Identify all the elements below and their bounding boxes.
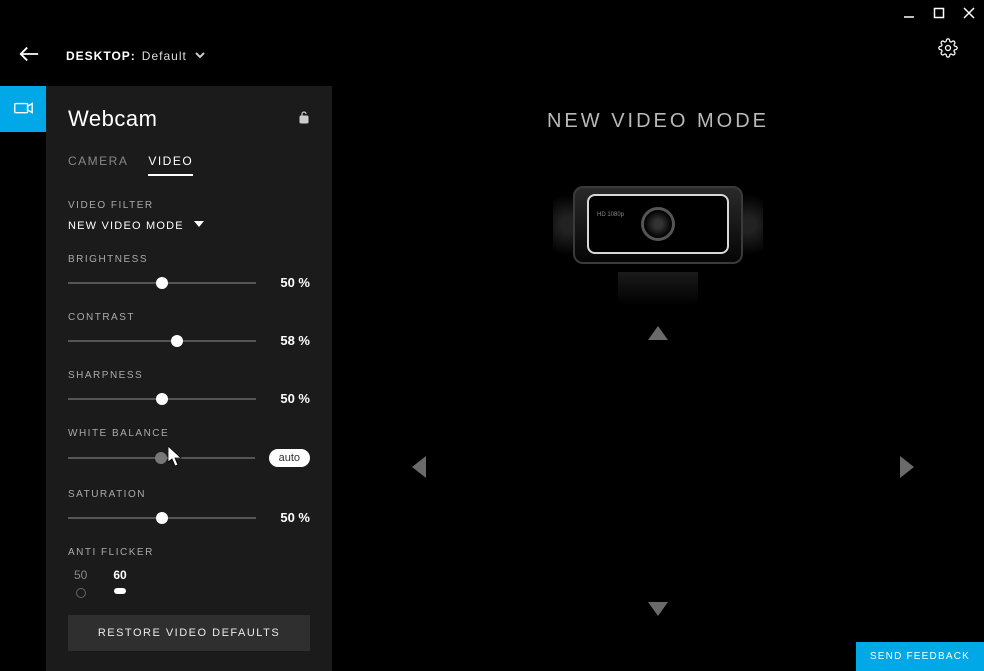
profile-name: Default [142,49,187,63]
settings-sidebar: Webcam CAMERA VIDEO VIDEO FILTER NEW VID… [46,86,332,671]
sharpness-slider[interactable] [68,398,256,400]
tab-camera[interactable]: CAMERA [68,154,128,176]
video-mode-title: NEW VIDEO MODE [332,110,984,133]
preview-area: NEW VIDEO MODE HD 1080p SEND FEEDBACK [332,86,984,671]
video-filter-select[interactable]: NEW VIDEO MODE [68,219,310,232]
profile-label-text: DESKTOP: [66,49,136,63]
sharpness-value: 50 % [270,391,310,406]
saturation-value: 50 % [270,510,310,525]
nav-left-button[interactable] [412,456,426,483]
contrast-value: 58 % [270,333,310,348]
nav-right-button[interactable] [900,456,914,483]
brightness-label: BRIGHTNESS [68,254,310,265]
sidebar-title: Webcam [68,106,157,132]
anti-flicker-50[interactable]: 50 [74,568,87,598]
contrast-label: CONTRAST [68,312,310,323]
saturation-slider[interactable] [68,517,256,519]
maximize-button[interactable] [932,6,946,20]
chevron-down-icon [195,49,205,63]
lock-icon[interactable] [298,110,310,129]
radio-icon [114,588,126,594]
settings-button[interactable] [938,38,958,63]
minimize-button[interactable] [902,6,916,20]
camera-resolution-text: HD 1080p [597,212,624,218]
send-feedback-button[interactable]: SEND FEEDBACK [856,642,984,671]
white-balance-label: WHITE BALANCE [68,428,310,439]
anti-flicker-50-value: 50 [74,568,87,582]
back-button[interactable] [18,43,40,70]
video-filter-value: NEW VIDEO MODE [68,220,184,232]
video-filter-label: VIDEO FILTER [68,200,310,211]
webcam-illustration: HD 1080p [553,176,763,306]
white-balance-slider[interactable] [68,457,255,459]
close-button[interactable] [962,6,976,20]
sharpness-label: SHARPNESS [68,370,310,381]
nav-up-button[interactable] [648,326,668,345]
anti-flicker-label: ANTI FLICKER [68,547,310,558]
anti-flicker-60[interactable]: 60 [113,568,126,598]
brightness-slider[interactable] [68,282,256,284]
anti-flicker-60-value: 60 [113,568,126,582]
saturation-label: SATURATION [68,489,310,500]
brightness-value: 50 % [270,275,310,290]
nav-down-button[interactable] [648,602,668,621]
chevron-down-icon [194,219,204,232]
restore-defaults-button[interactable]: RESTORE VIDEO DEFAULTS [68,615,310,651]
white-balance-auto-toggle[interactable]: auto [269,449,310,467]
webcam-device-tab[interactable] [0,86,46,132]
radio-icon [76,588,86,598]
tab-video[interactable]: VIDEO [148,154,193,176]
profile-selector[interactable]: DESKTOP: Default [66,49,205,63]
contrast-slider[interactable] [68,340,256,342]
